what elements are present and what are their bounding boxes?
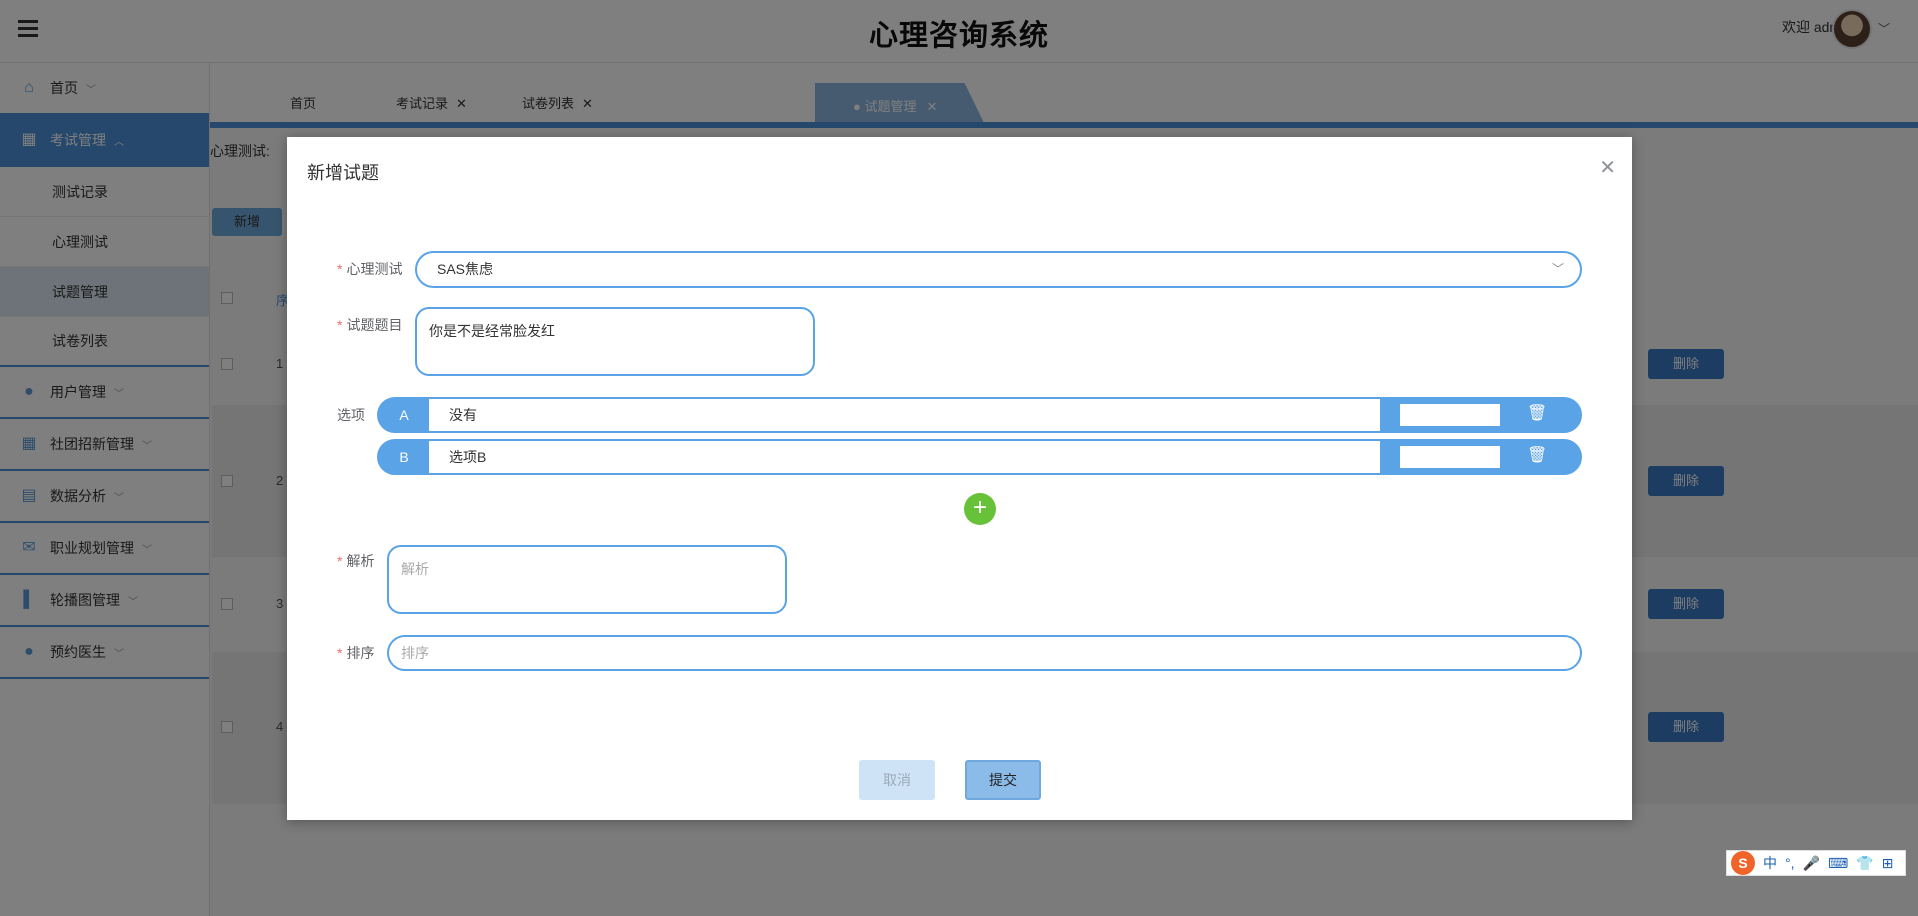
field-label-analysis: * 解析 <box>337 553 375 569</box>
ime-lang-toggle[interactable]: 中 <box>1763 853 1777 873</box>
option-input[interactable]: 选项B <box>429 441 1380 473</box>
option-score-input[interactable] <box>1400 404 1500 426</box>
option-input[interactable]: 没有 <box>429 399 1380 431</box>
question-textarea[interactable]: 你是不是经常脸发红 <box>415 307 815 376</box>
add-option-button[interactable]: + <box>964 493 996 525</box>
field-label-test: * 心理测试 <box>337 261 403 277</box>
option-row-b: B 选项B 🗑 <box>377 439 1582 475</box>
dialog-title: 新增试题 <box>307 163 379 183</box>
close-icon[interactable]: ✕ <box>1599 155 1616 180</box>
trash-icon[interactable]: 🗑 <box>1527 446 1547 466</box>
option-key: A <box>399 407 409 423</box>
chevron-down-icon: ﹀ <box>1551 262 1564 276</box>
field-label-sort: * 排序 <box>337 645 375 661</box>
punctuation-icon[interactable]: °, <box>1785 855 1795 871</box>
keyboard-icon[interactable]: ⌨ <box>1828 855 1848 872</box>
ime-toolbar: S 中 °, 🎤 ⌨ 👕 ⊞ <box>1726 850 1906 876</box>
skin-icon[interactable]: 👕 <box>1856 855 1873 872</box>
sogou-logo-icon[interactable]: S <box>1731 851 1755 875</box>
test-select[interactable]: SAS焦虑 ﹀ <box>415 251 1582 288</box>
cancel-button[interactable]: 取消 <box>859 760 935 800</box>
add-question-dialog: 新增试题 ✕ * 心理测试 SAS焦虑 ﹀ * 试题题目 你是不是经常脸发红 选项 … <box>287 137 1632 820</box>
option-score-input[interactable] <box>1400 446 1500 468</box>
toolbox-icon[interactable]: ⊞ <box>1882 855 1894 872</box>
option-row-a: A 没有 🗑 <box>377 397 1582 433</box>
submit-button[interactable]: 提交 <box>965 760 1041 800</box>
field-label-options: 选项 <box>337 407 365 423</box>
sort-input[interactable]: 排序 <box>387 635 1582 671</box>
trash-icon[interactable]: 🗑 <box>1527 404 1547 424</box>
microphone-icon[interactable]: 🎤 <box>1803 855 1820 872</box>
option-key: B <box>399 449 409 465</box>
field-label-question: * 试题题目 <box>337 317 403 333</box>
analysis-textarea[interactable]: 解析 <box>387 545 787 614</box>
